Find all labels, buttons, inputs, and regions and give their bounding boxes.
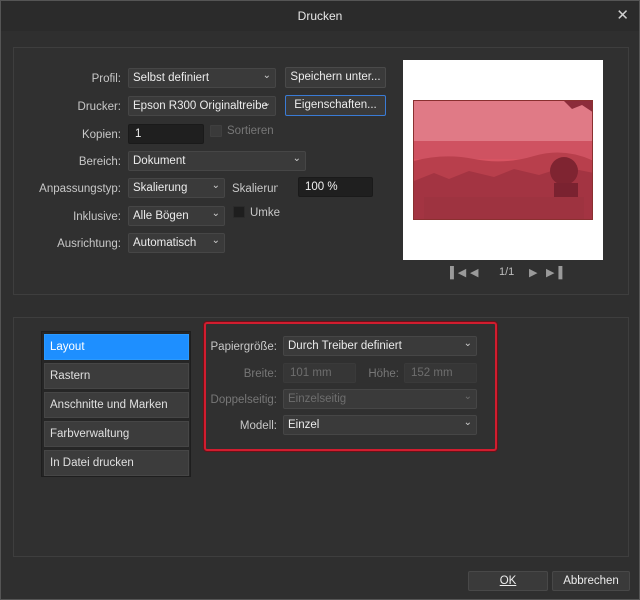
- drucker-label: Drucker:: [77, 101, 121, 113]
- last-page-icon[interactable]: ▶▐: [546, 266, 562, 279]
- chevron-down-icon: ⌄: [211, 208, 220, 219]
- hoehe-input[interactable]: 152 mm: [404, 363, 477, 383]
- ausrichtung-select[interactable]: Automatisch ⌄: [128, 233, 225, 253]
- anpassungstyp-select[interactable]: Skalierung ⌄: [128, 178, 225, 198]
- papiergroesse-select[interactable]: Durch Treiber definiert ⌄: [283, 336, 477, 356]
- bereich-value: Dokument: [133, 155, 186, 167]
- title-bar: Drucken ✕: [1, 1, 639, 31]
- close-icon[interactable]: ✕: [616, 6, 629, 24]
- sortieren-label: Sortieren: [227, 125, 274, 137]
- bereich-label: Bereich:: [78, 156, 121, 168]
- next-page-icon[interactable]: ▶: [529, 266, 537, 279]
- anpassungstyp-value: Skalierung: [133, 182, 188, 194]
- anpassungstyp-label: Anpassungstyp:: [39, 183, 121, 195]
- window-title: Drucken: [297, 9, 343, 23]
- chevron-down-icon: ⌄: [262, 98, 271, 109]
- print-preview: [403, 60, 603, 260]
- ok-button[interactable]: OK: [468, 571, 548, 591]
- modell-label: Modell:: [239, 420, 277, 432]
- chevron-down-icon: ⌄: [292, 153, 301, 164]
- category-list: Layout Rastern Anschnitte und Marken Far…: [41, 331, 191, 477]
- inklusive-select[interactable]: Alle Bögen ⌄: [128, 206, 225, 226]
- profil-select[interactable]: Selbst definiert ⌄: [128, 68, 276, 88]
- chevron-down-icon: ⌄: [463, 391, 472, 402]
- chevron-down-icon: ⌄: [211, 180, 220, 191]
- profil-value: Selbst definiert: [133, 72, 210, 84]
- breite-input[interactable]: 101 mm: [283, 363, 356, 383]
- papiergroesse-value: Durch Treiber definiert: [288, 340, 402, 352]
- cancel-button[interactable]: Abbrechen: [552, 571, 630, 591]
- breite-label: Breite:: [243, 368, 277, 380]
- papiergroesse-label: Papiergröße:: [210, 341, 277, 353]
- profil-label: Profil:: [91, 73, 121, 85]
- chevron-down-icon: ⌄: [463, 338, 472, 349]
- sortieren-checkbox[interactable]: [210, 125, 222, 137]
- preview-image: [413, 100, 593, 220]
- chevron-down-icon: ⌄: [211, 235, 220, 246]
- umkehren-label: Umke: [250, 207, 281, 219]
- ok-button-label: OK: [499, 575, 517, 587]
- tab-farbverwaltung[interactable]: Farbverwaltung: [44, 421, 189, 447]
- first-page-icon[interactable]: ▌◀: [450, 266, 466, 279]
- tab-anschnitte-und-marken[interactable]: Anschnitte und Marken: [44, 392, 189, 418]
- doppelseitig-select[interactable]: Einzelseitig ⌄: [283, 389, 477, 409]
- doppelseitig-value: Einzelseitig: [288, 393, 347, 405]
- print-dialog: Drucken ✕ Profil: Selbst definiert ⌄ Spe…: [0, 0, 640, 600]
- umkehren-checkbox[interactable]: [233, 206, 245, 218]
- page-indicator: 1/1: [499, 266, 515, 278]
- inklusive-label: Inklusive:: [73, 211, 121, 223]
- preview-photo: [414, 101, 592, 219]
- kopien-label: Kopien:: [81, 129, 121, 141]
- tab-layout[interactable]: Layout: [44, 334, 189, 360]
- tab-in-datei-drucken[interactable]: In Datei drucken: [44, 450, 189, 476]
- drucker-value: Epson R300 Originaltreibe: [133, 100, 268, 112]
- kopien-input[interactable]: 1: [128, 124, 204, 144]
- save-as-button[interactable]: Speichern unter...: [285, 67, 386, 88]
- modell-select[interactable]: Einzel ⌄: [283, 415, 477, 435]
- modell-value: Einzel: [288, 419, 320, 431]
- chevron-down-icon: ⌄: [463, 417, 472, 428]
- properties-button[interactable]: Eigenschaften...: [285, 95, 386, 116]
- bereich-select[interactable]: Dokument ⌄: [128, 151, 306, 171]
- hoehe-label: Höhe:: [368, 368, 399, 380]
- prev-page-icon[interactable]: ◀: [470, 266, 478, 279]
- skalierung-label: Skalierung: [232, 183, 278, 195]
- ausrichtung-label: Ausrichtung:: [57, 238, 121, 250]
- tab-rastern[interactable]: Rastern: [44, 363, 189, 389]
- chevron-down-icon: ⌄: [262, 70, 271, 81]
- skalierung-input[interactable]: 100 %: [298, 177, 373, 197]
- inklusive-value: Alle Bögen: [133, 210, 189, 222]
- ausrichtung-value: Automatisch: [133, 237, 197, 249]
- drucker-select[interactable]: Epson R300 Originaltreibe ⌄: [128, 96, 276, 116]
- doppelseitig-label: Doppelseitig:: [210, 394, 277, 406]
